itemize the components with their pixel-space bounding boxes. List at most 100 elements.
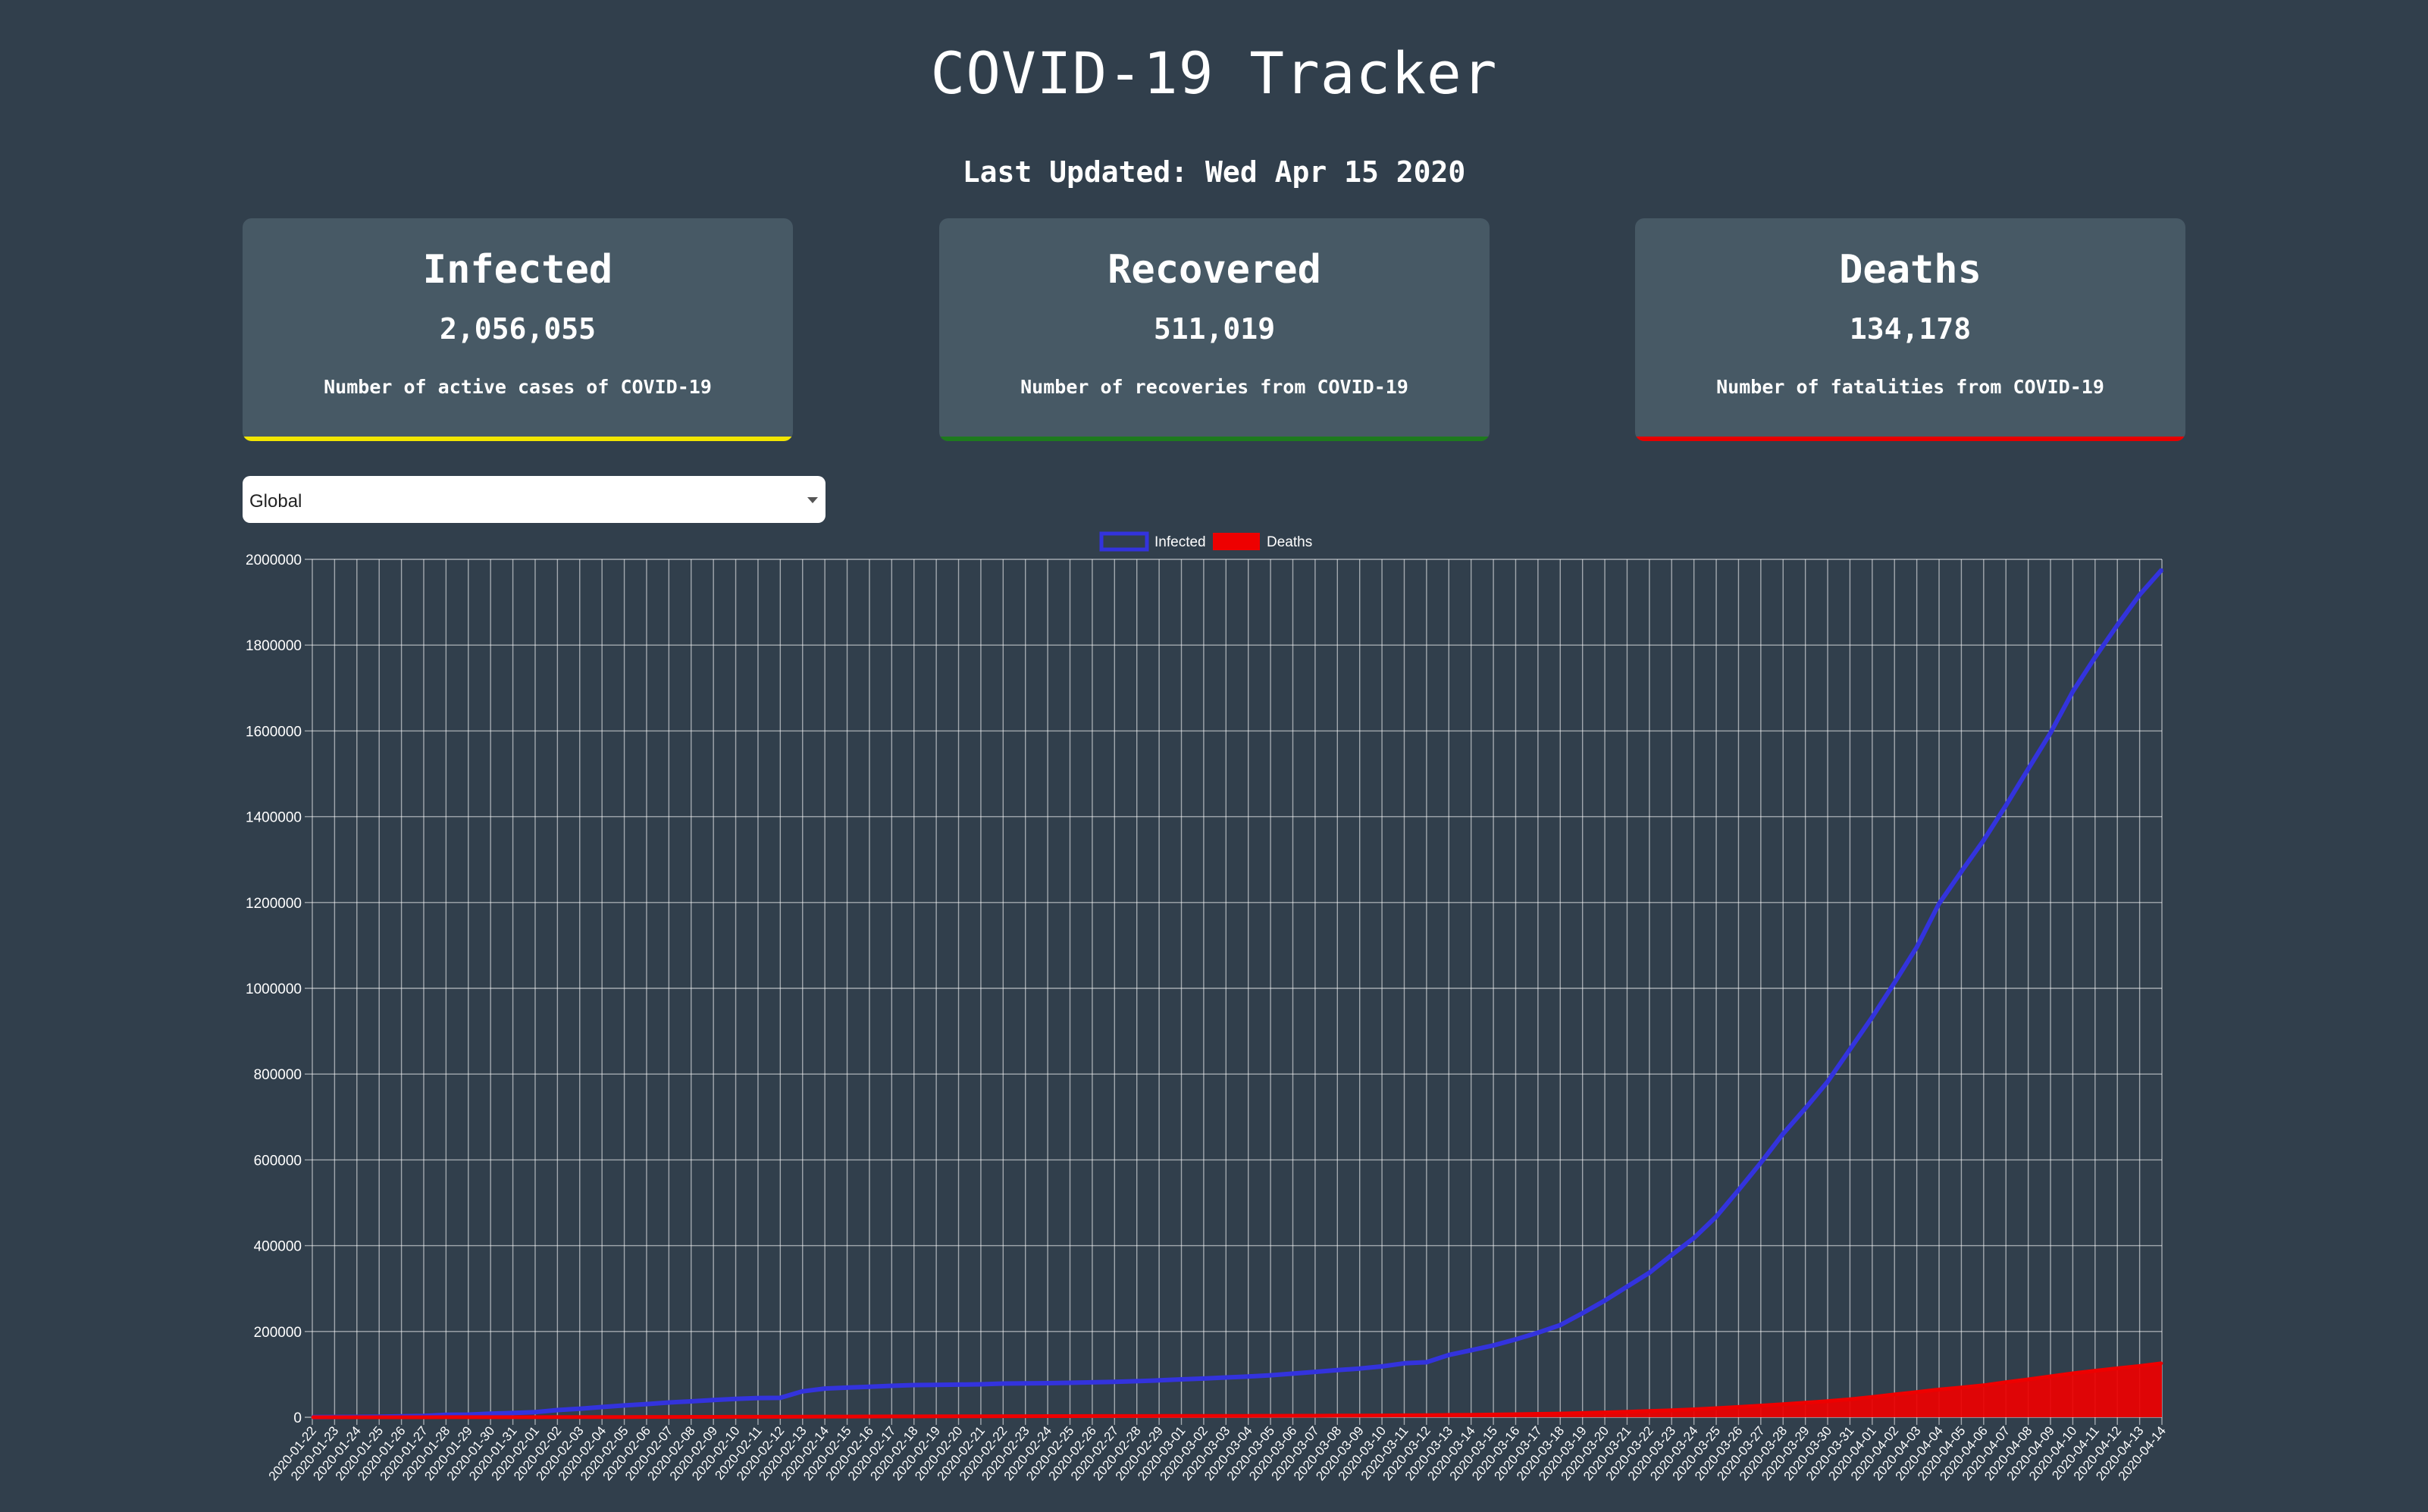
infected-data-point xyxy=(1693,1236,1696,1239)
recovered-card: Recovered 511,019 Number of recoveries f… xyxy=(939,218,1490,441)
infected-data-point xyxy=(1715,1215,1718,1218)
deaths-data-point xyxy=(2071,1372,2074,1375)
infected-data-point xyxy=(2116,624,2119,627)
legend-swatch-deaths xyxy=(1213,533,1260,550)
infected-data-point xyxy=(1380,1365,1383,1368)
infected-data-point xyxy=(1603,1299,1606,1302)
deaths-data-point xyxy=(1224,1414,1227,1417)
deaths-data-point xyxy=(1670,1409,1673,1412)
deaths-data-point xyxy=(1069,1414,1072,1417)
infected-data-point xyxy=(1291,1372,1294,1375)
deaths-data-point xyxy=(534,1416,537,1419)
country-select[interactable]: Global xyxy=(243,476,826,523)
infected-data-point xyxy=(623,1404,626,1407)
deaths-data-point xyxy=(1046,1415,1049,1418)
infected-data-point xyxy=(2071,690,2074,693)
infected-data-point xyxy=(1091,1381,1094,1384)
deaths-data-point xyxy=(444,1416,447,1419)
deaths-data-point xyxy=(1848,1398,1851,1401)
deaths-data-point xyxy=(1314,1414,1317,1417)
infected-data-point xyxy=(1314,1370,1317,1373)
deaths-card: Deaths 134,178 Number of fatalities from… xyxy=(1635,218,2185,441)
infected-card-description: Number of active cases of COVID-19 xyxy=(324,376,712,398)
country-select-value: Global xyxy=(249,491,302,512)
infected-data-point xyxy=(823,1387,826,1390)
infected-data-point xyxy=(712,1398,715,1401)
deaths-data-point xyxy=(1136,1414,1139,1417)
deaths-data-point xyxy=(1358,1414,1361,1417)
deaths-data-point xyxy=(890,1415,893,1418)
infected-data-point xyxy=(757,1397,760,1400)
deaths-data-point xyxy=(489,1416,492,1419)
deaths-card-title: Deaths xyxy=(1839,247,1982,293)
infected-data-point xyxy=(600,1405,603,1408)
infected-data-point xyxy=(1024,1382,1027,1385)
infected-data-point xyxy=(1224,1376,1227,1379)
infected-data-point xyxy=(1447,1354,1450,1357)
deaths-data-point xyxy=(1871,1395,1874,1398)
deaths-data-point xyxy=(400,1416,403,1419)
deaths-data-point xyxy=(1269,1414,1272,1417)
deaths-data-point xyxy=(1693,1407,1696,1410)
infected-data-point xyxy=(690,1400,693,1403)
infected-data-point xyxy=(1759,1161,1762,1164)
deaths-data-point xyxy=(1759,1404,1762,1407)
recovered-card-title: Recovered xyxy=(1107,247,1321,293)
y-tick-label: 1200000 xyxy=(246,896,302,912)
y-tick-label: 400000 xyxy=(254,1239,302,1255)
infected-data-point xyxy=(1737,1188,1740,1191)
infected-data-point xyxy=(1336,1369,1339,1372)
infected-data-point xyxy=(1804,1107,1807,1110)
infected-data-point xyxy=(1069,1381,1072,1384)
deaths-data-point xyxy=(1202,1414,1205,1417)
infected-data-point xyxy=(1982,839,1985,842)
infected-data-point xyxy=(779,1396,782,1399)
infected-data-point xyxy=(1136,1379,1139,1382)
deaths-data-point xyxy=(467,1416,470,1419)
deaths-data-point xyxy=(1291,1414,1294,1417)
y-tick-label: 1400000 xyxy=(246,810,302,826)
deaths-data-point xyxy=(1447,1413,1450,1417)
deaths-data-point xyxy=(1001,1415,1004,1418)
infected-data-point xyxy=(2138,593,2141,596)
deaths-data-point xyxy=(1715,1407,1718,1410)
y-tick-label: 200000 xyxy=(254,1325,302,1341)
deaths-data-point xyxy=(623,1416,626,1419)
infected-data-point xyxy=(846,1386,849,1389)
infected-data-point xyxy=(1537,1331,1540,1334)
deaths-data-point xyxy=(333,1416,336,1419)
deaths-data-point xyxy=(1960,1386,1963,1389)
deaths-data-point xyxy=(1402,1413,1405,1417)
infected-data-point xyxy=(1781,1132,1784,1135)
y-tick-label: 1000000 xyxy=(246,981,302,997)
y-tick-label: 0 xyxy=(293,1410,302,1426)
infected-data-point xyxy=(979,1383,982,1386)
y-tick-label: 800000 xyxy=(254,1067,302,1083)
infected-data-point xyxy=(2004,804,2007,807)
deaths-data-point xyxy=(2004,1381,2007,1384)
infected-data-point xyxy=(1848,1048,1851,1051)
deaths-data-point xyxy=(1938,1388,1941,1391)
infected-data-point xyxy=(1960,870,1963,873)
infected-data-point xyxy=(1358,1367,1361,1370)
infected-data-point xyxy=(1893,981,1896,985)
deaths-data-point xyxy=(2049,1375,2052,1378)
infected-data-point xyxy=(2094,656,2097,659)
cases-chart: 0 200000 400000 600000 800000 1000000 1200000 1… xyxy=(246,531,2169,1483)
deaths-card-accent-bar xyxy=(1635,437,2185,441)
infected-data-point xyxy=(1559,1323,1562,1326)
infected-data-point xyxy=(645,1403,648,1406)
infected-data-point xyxy=(512,1411,515,1414)
recovered-card-accent-bar xyxy=(939,437,1490,441)
deaths-data-point xyxy=(1247,1414,1250,1417)
deaths-data-point xyxy=(311,1416,314,1419)
deaths-data-point xyxy=(823,1415,826,1418)
legend-label-infected: Infected xyxy=(1154,534,1206,550)
infected-data-point xyxy=(1625,1285,1628,1288)
infected-data-point xyxy=(801,1390,804,1393)
deaths-data-point xyxy=(979,1415,982,1418)
deaths-data-point xyxy=(757,1415,760,1418)
deaths-data-point xyxy=(735,1415,738,1418)
infected-card-title: Infected xyxy=(422,247,613,293)
deaths-card-value: 134,178 xyxy=(1849,312,1972,346)
